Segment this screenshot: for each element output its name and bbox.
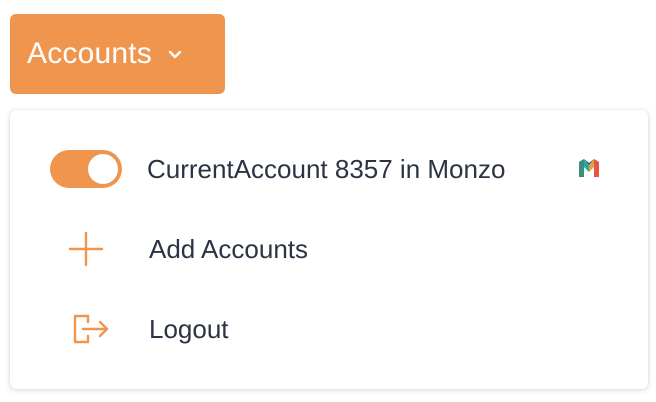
page: Accounts CurrentAccount 8357 in Monzo Ad… — [0, 0, 656, 402]
accounts-menu: CurrentAccount 8357 in Monzo Add Account… — [10, 110, 648, 389]
accounts-dropdown-button[interactable]: Accounts — [10, 14, 225, 94]
menu-item-add-accounts[interactable]: Add Accounts — [10, 219, 648, 279]
account-label: CurrentAccount 8357 in Monzo — [147, 153, 506, 184]
accounts-button-label: Accounts — [27, 37, 152, 70]
chevron-down-icon — [166, 45, 184, 63]
menu-item-logout[interactable]: Logout — [10, 299, 648, 359]
monzo-logo-icon — [578, 159, 600, 179]
menu-item-account[interactable]: CurrentAccount 8357 in Monzo — [10, 139, 648, 199]
account-toggle[interactable] — [50, 150, 122, 188]
add-accounts-label: Add Accounts — [149, 233, 308, 264]
plus-icon — [68, 231, 104, 267]
logout-label: Logout — [149, 313, 229, 344]
toggle-knob — [88, 154, 118, 184]
logout-icon — [72, 311, 109, 347]
